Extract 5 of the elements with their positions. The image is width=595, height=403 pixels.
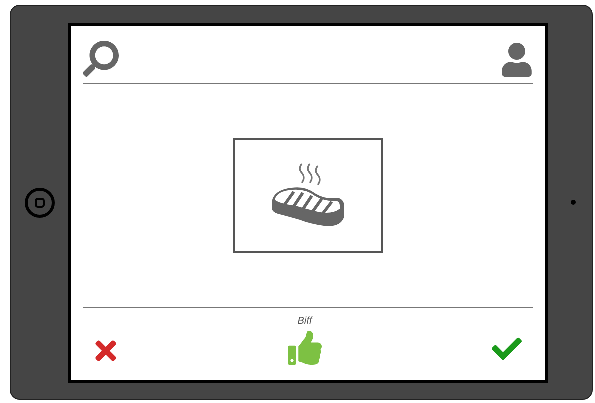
thumbs-up-icon[interactable] — [288, 331, 322, 365]
search-icon[interactable] — [83, 40, 119, 76]
user-icon[interactable] — [501, 42, 533, 76]
caption: Biff — [298, 316, 312, 328]
steak-icon — [270, 162, 346, 228]
